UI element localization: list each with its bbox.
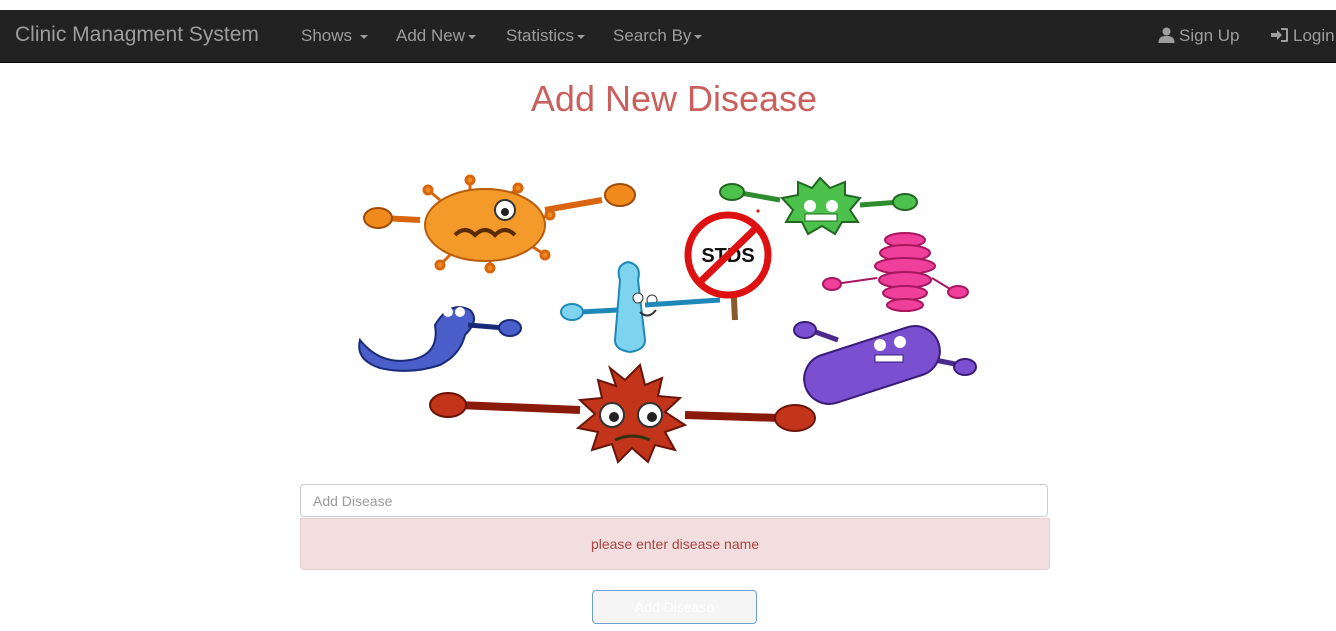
pink-worm-icon xyxy=(822,232,969,312)
caret-down-icon xyxy=(694,34,703,39)
blue-worm-icon xyxy=(358,306,522,372)
user-icon xyxy=(1158,27,1175,43)
disease-name-input[interactable] xyxy=(300,484,1048,517)
nav-add-new-label: Add New xyxy=(396,26,465,45)
login-link[interactable]: Login xyxy=(1271,26,1335,46)
germs-illustration: STDS xyxy=(358,174,977,464)
nav-shows-dropdown[interactable]: Shows xyxy=(301,26,368,46)
caret-down-icon xyxy=(359,34,368,39)
login-icon xyxy=(1271,28,1288,42)
error-alert: please enter disease name xyxy=(300,518,1050,570)
nav-statistics-dropdown[interactable]: Statistics xyxy=(506,26,586,46)
navbar: Clinic Managment System Shows Add New St… xyxy=(0,10,1336,63)
nav-add-new-dropdown[interactable]: Add New xyxy=(396,26,476,46)
caret-down-icon xyxy=(577,34,586,39)
nav-search-by-label: Search By xyxy=(613,26,692,45)
red-virus-icon xyxy=(429,363,816,464)
page-title: Add New Disease xyxy=(530,78,818,119)
brand-link[interactable]: Clinic Managment System xyxy=(15,23,259,47)
caret-down-icon xyxy=(467,34,476,39)
nav-statistics-label: Statistics xyxy=(506,26,575,45)
sign-up-link[interactable]: Sign Up xyxy=(1158,26,1239,46)
orange-germ-icon xyxy=(363,174,636,274)
top-strip xyxy=(0,0,1336,10)
add-disease-button[interactable]: Add Disease xyxy=(592,590,757,624)
login-label: Login xyxy=(1293,26,1335,45)
purple-bacterium-icon xyxy=(793,321,977,405)
nav-search-by-dropdown[interactable]: Search By xyxy=(613,26,703,46)
no-stds-sign-icon: STDS xyxy=(684,211,772,321)
nav-shows-label: Shows xyxy=(301,26,357,45)
sign-up-label: Sign Up xyxy=(1179,26,1240,45)
